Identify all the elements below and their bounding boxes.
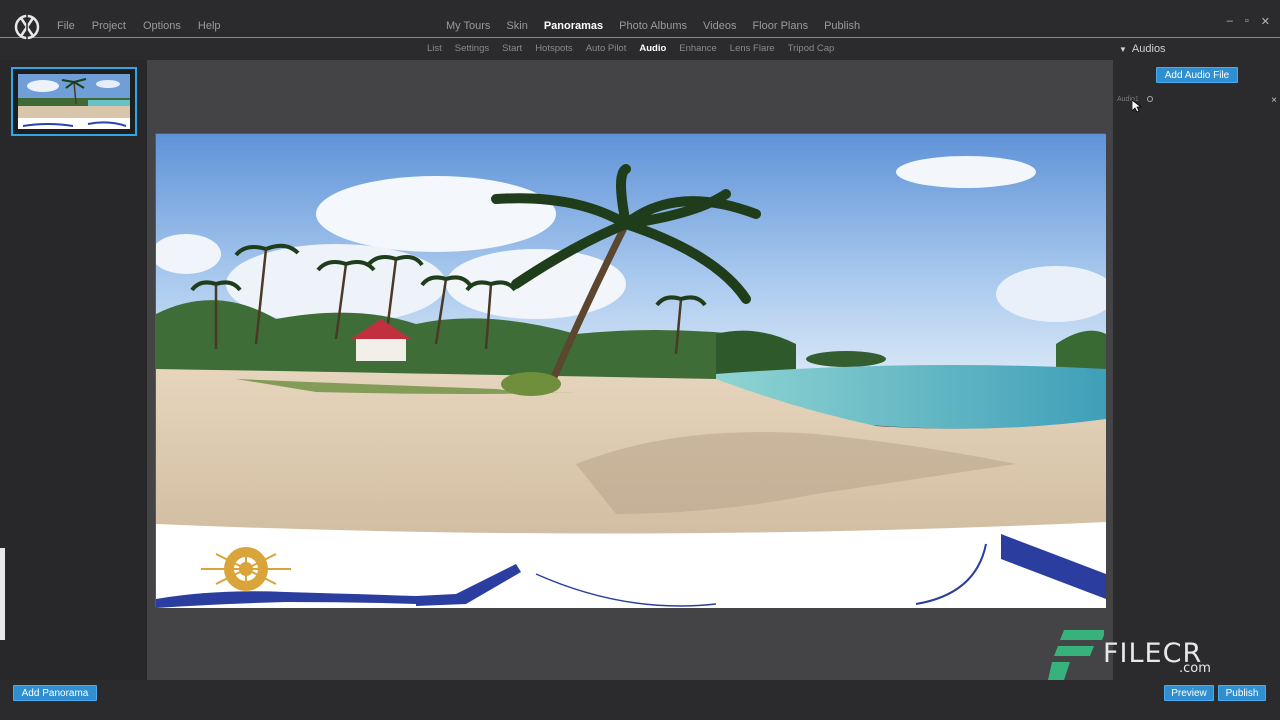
nav-panoramas[interactable]: Panoramas — [544, 20, 603, 32]
menu-file[interactable]: File — [57, 20, 75, 32]
audio-status-icon[interactable] — [1146, 96, 1153, 103]
app-logo-icon — [14, 14, 40, 40]
subtab-settings[interactable]: Settings — [455, 43, 489, 54]
minimize-icon[interactable]: – — [1227, 15, 1233, 28]
nav-floor-plans[interactable]: Floor Plans — [752, 20, 808, 32]
panorama-list-panel — [0, 60, 147, 680]
panorama-viewer[interactable] — [155, 133, 1106, 608]
subtab-hotspots[interactable]: Hotspots — [535, 43, 573, 54]
remove-audio-icon[interactable]: × — [1271, 95, 1277, 106]
menu-project[interactable]: Project — [92, 20, 126, 32]
top-navigation: My Tours Skin Panoramas Photo Albums Vid… — [446, 20, 876, 32]
audios-title: Audios — [1131, 43, 1166, 55]
main-menu: File Project Options Help — [57, 20, 238, 32]
panorama-image — [156, 134, 1106, 608]
subtab-auto-pilot[interactable]: Auto Pilot — [586, 43, 627, 54]
subtab-audio[interactable]: Audio — [639, 43, 666, 54]
subtab-start[interactable]: Start — [502, 43, 522, 54]
nav-videos[interactable]: Videos — [703, 20, 736, 32]
nav-publish[interactable]: Publish — [824, 20, 860, 32]
add-audio-file-button[interactable]: Add Audio File — [1156, 67, 1238, 83]
title-bar: File Project Options Help My Tours Skin … — [0, 0, 1280, 40]
app-window: File Project Options Help My Tours Skin … — [0, 0, 1280, 720]
bottom-bar: Add Panorama Preview Publish — [0, 680, 1280, 720]
collapse-triangle-icon[interactable]: ▼ — [1119, 45, 1127, 54]
editor-canvas — [147, 60, 1113, 680]
panorama-subnav: List Settings Start Hotspots Auto Pilot … — [427, 43, 847, 54]
subtab-tripod-cap[interactable]: Tripod Cap — [788, 43, 835, 54]
nav-my-tours[interactable]: My Tours — [446, 20, 490, 32]
subtab-lens-flare[interactable]: Lens Flare — [730, 43, 775, 54]
panorama-thumbnail-image — [18, 74, 130, 129]
restore-icon[interactable]: ▫ — [1245, 15, 1249, 28]
left-edge-marker — [0, 548, 5, 640]
subtab-enhance[interactable]: Enhance — [679, 43, 717, 54]
filecr-logo-icon — [1048, 630, 1104, 680]
add-panorama-button[interactable]: Add Panorama — [13, 685, 97, 701]
watermark-suffix: .com — [1179, 661, 1211, 676]
publish-button[interactable]: Publish — [1218, 685, 1266, 701]
filecr-watermark: FILECR .com — [1048, 628, 1218, 682]
mouse-cursor-icon — [1132, 100, 1142, 113]
nav-photo-albums[interactable]: Photo Albums — [619, 20, 687, 32]
subtab-list[interactable]: List — [427, 43, 442, 54]
menu-options[interactable]: Options — [143, 20, 181, 32]
audios-panel-header[interactable]: ▼ Audios — [1119, 43, 1166, 55]
window-controls: – ▫ ✕ — [1227, 15, 1270, 28]
menu-help[interactable]: Help — [198, 20, 221, 32]
panorama-thumbnail[interactable] — [11, 67, 137, 136]
close-icon[interactable]: ✕ — [1261, 15, 1270, 28]
audios-panel: ▼ Audios Add Audio File Audio1 × — [1113, 38, 1280, 680]
nav-skin[interactable]: Skin — [506, 20, 527, 32]
preview-button[interactable]: Preview — [1164, 685, 1214, 701]
